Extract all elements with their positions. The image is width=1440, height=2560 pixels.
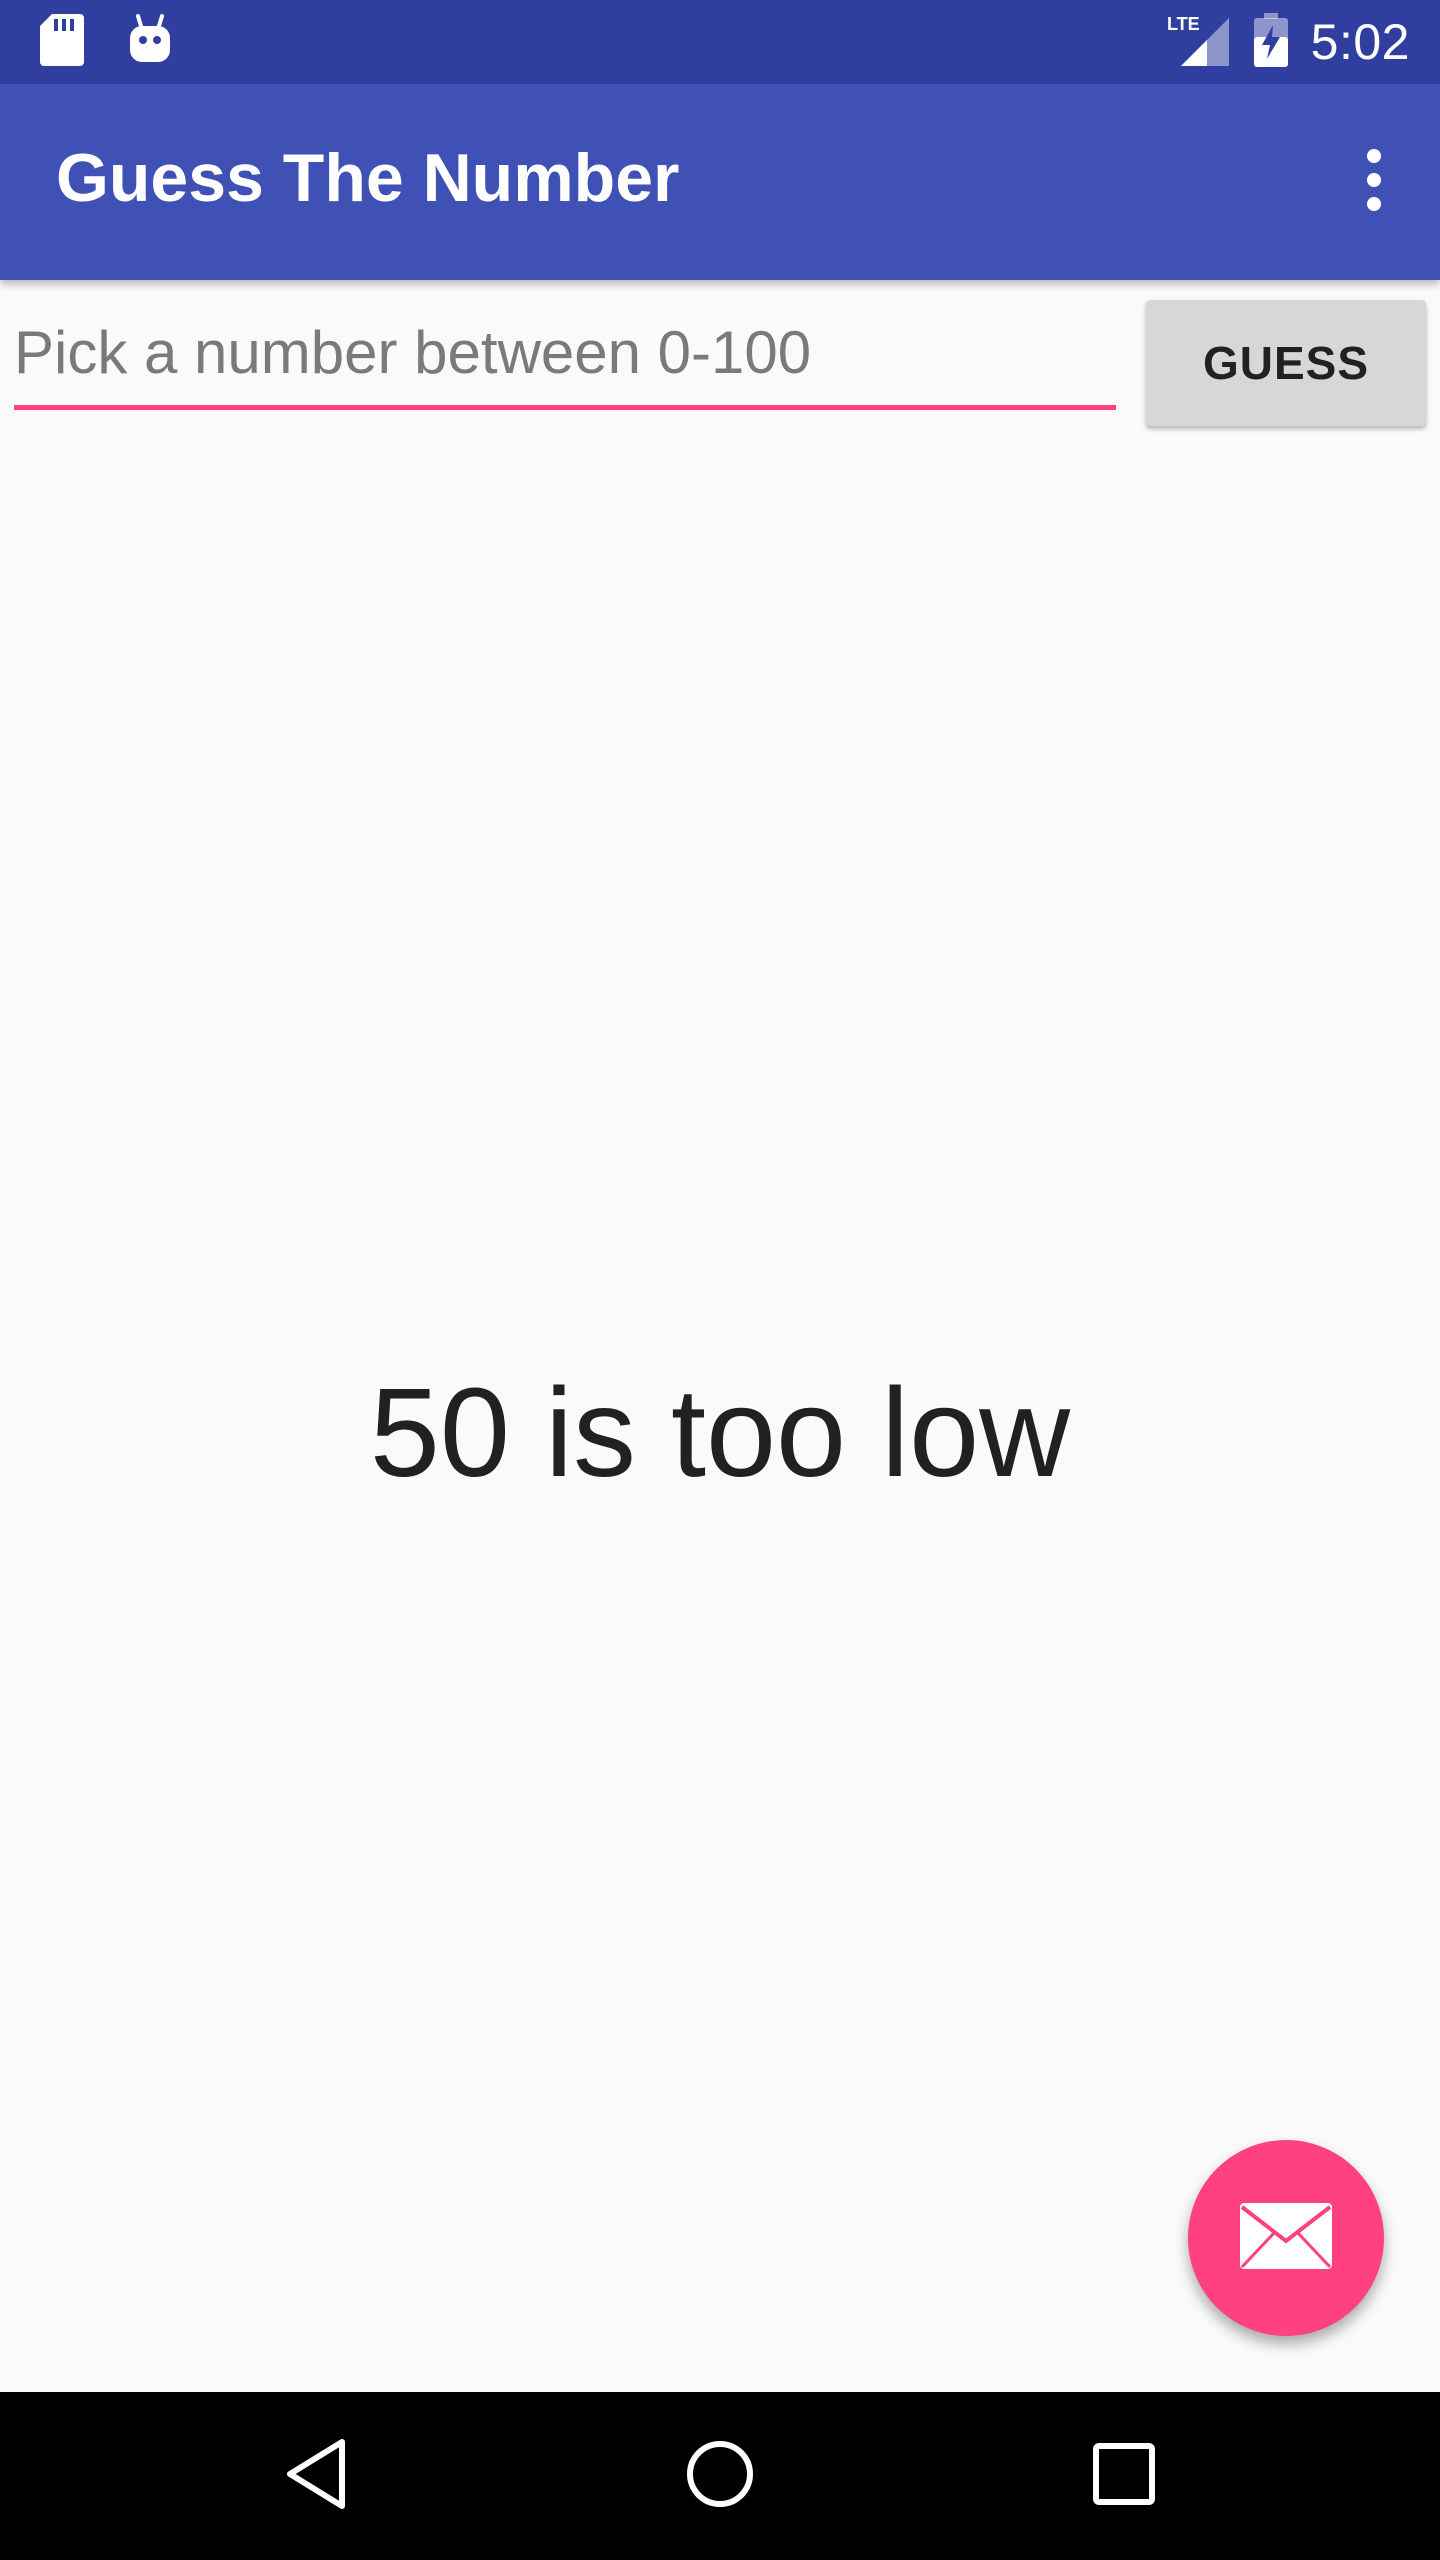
status-clock: 5:02 [1310,14,1410,70]
network-type-label: LTE [1167,14,1200,34]
sd-card-icon [40,14,84,71]
screen: LTE 5:02 Guess The Number GUESS [0,0,1440,2560]
app-bar: Guess The Number [0,84,1440,280]
status-bar: LTE 5:02 [0,0,1440,84]
home-button[interactable] [670,2426,770,2526]
navigation-bar [0,2392,1440,2560]
status-system: LTE 5:02 [1167,10,1410,74]
recents-icon [1092,2442,1156,2511]
guess-button[interactable]: GUESS [1146,300,1426,426]
back-icon [284,2438,348,2515]
guess-number-input[interactable] [14,300,1116,410]
email-fab-button[interactable] [1188,2140,1384,2336]
android-icon [126,14,174,71]
battery-charging-icon [1253,12,1289,72]
email-icon [1238,2201,1334,2276]
app-title: Guess The Number [56,140,680,216]
signal-icon: LTE [1167,14,1231,71]
home-icon [684,2438,756,2515]
status-notifications [40,14,174,71]
more-vert-icon[interactable] [1334,140,1414,220]
back-button[interactable] [266,2426,366,2526]
recents-button[interactable] [1074,2426,1174,2526]
result-message: 50 is too low [369,1362,1071,1503]
